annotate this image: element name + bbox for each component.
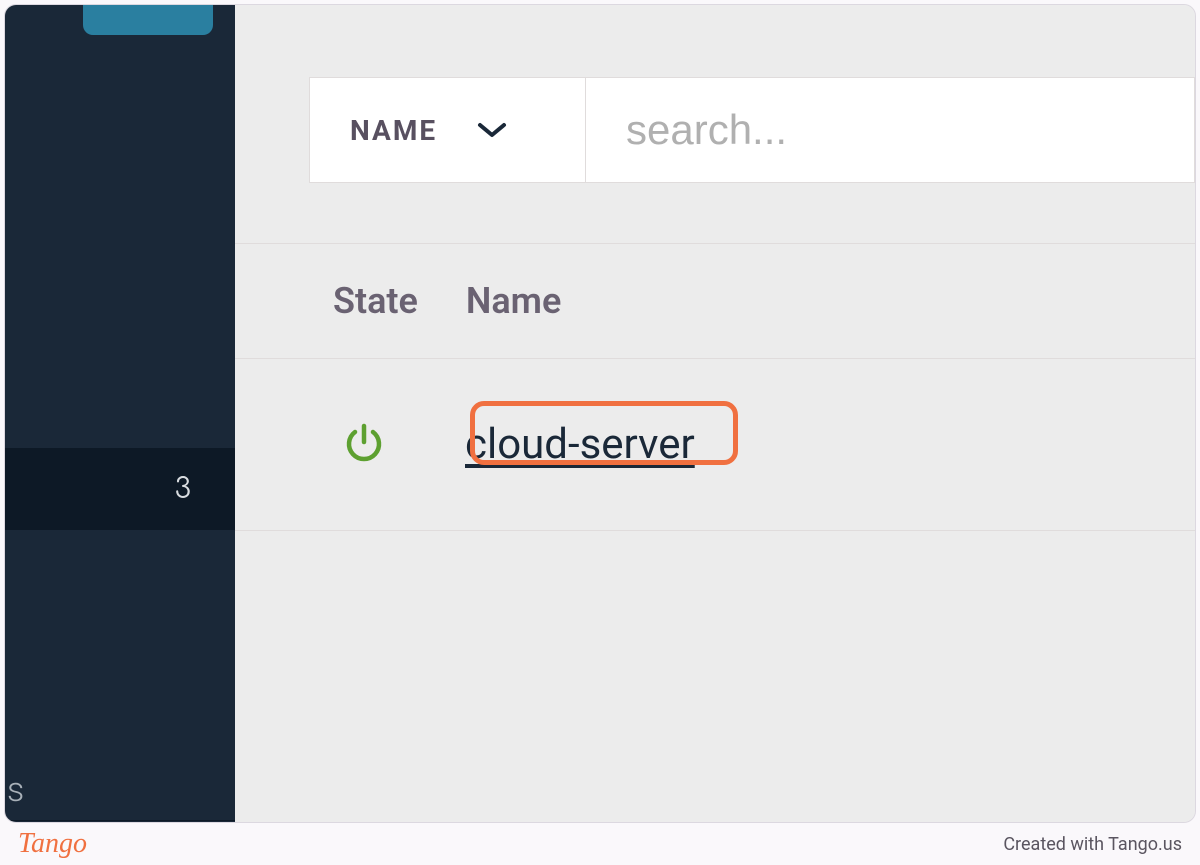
power-icon	[343, 422, 385, 468]
sidebar-item-active[interactable]: 3	[5, 448, 235, 530]
main-content: NAME State Name	[235, 5, 1195, 822]
state-cell	[235, 422, 385, 468]
column-header-name[interactable]: Name	[418, 280, 561, 322]
filter-label: NAME	[350, 114, 437, 147]
table-header: State Name	[235, 243, 1195, 359]
server-name-link[interactable]: cloud-server	[465, 420, 695, 469]
sidebar: 3 s	[5, 5, 235, 822]
name-cell: cloud-server	[385, 420, 695, 469]
chevron-down-icon	[477, 121, 507, 139]
top-divider	[345, 4, 1195, 5]
filter-dropdown[interactable]: NAME	[310, 78, 586, 182]
column-header-state[interactable]: State	[235, 280, 418, 322]
search-bar: NAME	[309, 77, 1195, 183]
table-row[interactable]: cloud-server	[235, 359, 1195, 531]
sidebar-active-tab[interactable]	[83, 4, 213, 35]
footer: Tango Created with Tango.us	[0, 823, 1200, 865]
footer-credit: Created with Tango.us	[1003, 834, 1182, 855]
app-frame: 3 s NAME State Name	[4, 4, 1196, 823]
sidebar-partial-label: s	[7, 770, 24, 810]
sidebar-divider	[5, 820, 235, 821]
search-input[interactable]	[586, 78, 1194, 182]
tango-logo[interactable]: Tango	[18, 828, 87, 860]
sidebar-badge-count: 3	[175, 473, 191, 505]
